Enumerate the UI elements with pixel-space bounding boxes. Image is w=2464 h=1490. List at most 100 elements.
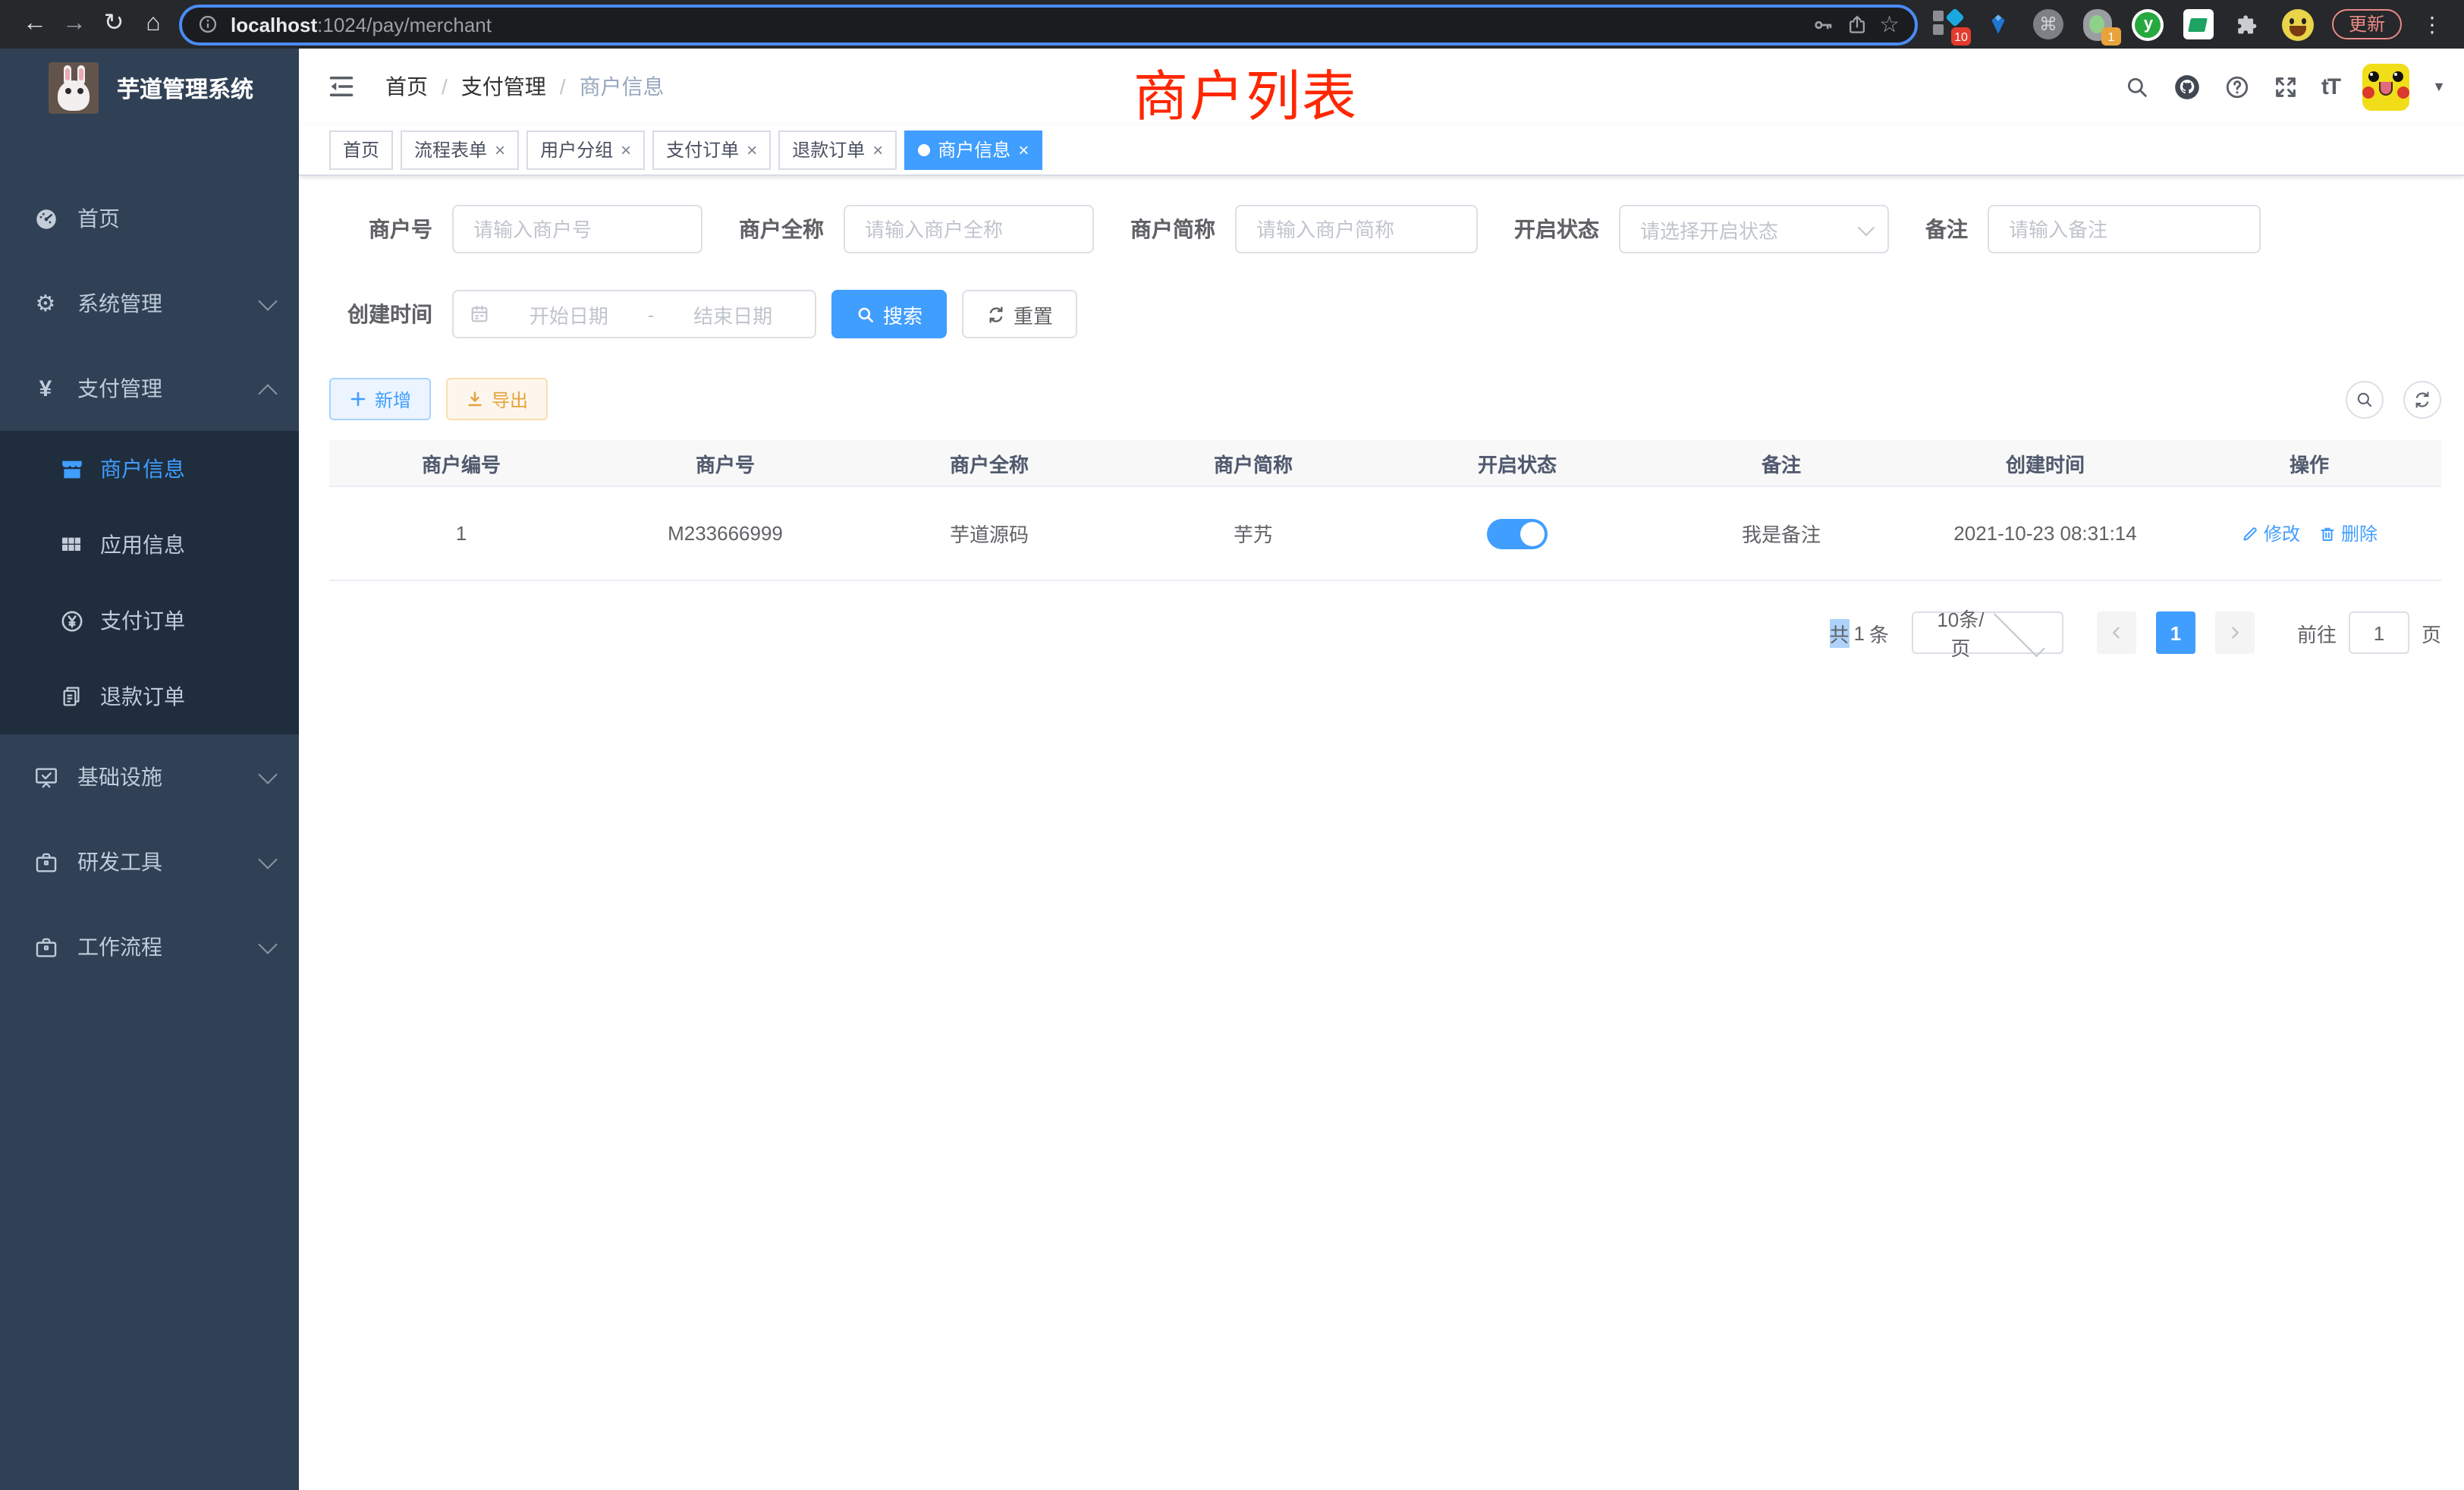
sidebar-item-pay-order[interactable]: 支付订单	[0, 583, 299, 659]
sidebar-item-label: 研发工具	[77, 847, 261, 877]
extension-badge: 1	[2101, 27, 2121, 46]
breadcrumb-home[interactable]: 首页	[385, 71, 428, 102]
info-icon[interactable]	[197, 14, 218, 35]
goto-page-input[interactable]	[2349, 611, 2409, 654]
tab-close-icon[interactable]: ×	[495, 140, 505, 159]
briefcase-icon	[32, 849, 59, 875]
sidebar-collapse-icon[interactable]	[322, 67, 361, 106]
export-button[interactable]: 导出	[446, 378, 548, 420]
ext-square	[1933, 24, 1944, 35]
extension-chat-icon[interactable]	[2182, 8, 2215, 41]
sidebar-item-merchant-info[interactable]: 商户信息	[0, 431, 299, 507]
tab-close-icon[interactable]: ×	[872, 140, 883, 159]
profile-avatar-icon[interactable]	[2282, 8, 2315, 41]
tab-refund-order[interactable]: 退款订单×	[778, 130, 897, 169]
merchant-short-input[interactable]	[1235, 205, 1478, 253]
date-end-placeholder[interactable]: 结束日期	[666, 300, 800, 328]
table-row: 1 M233666999 芋道源码 芋艿 我是备注 2021-10-23 08:…	[329, 487, 2441, 581]
extension-blob-icon[interactable]: 1	[2082, 8, 2115, 41]
next-page-button[interactable]	[2215, 611, 2255, 654]
chevron-down-icon	[258, 291, 277, 310]
page-number-button[interactable]: 1	[2156, 611, 2195, 654]
filter-merchant-short: 商户简称	[1130, 205, 1478, 253]
add-button[interactable]: 新增	[329, 378, 431, 420]
column-header: 备注	[1649, 448, 1913, 477]
avatar-caret-icon[interactable]: ▼	[2432, 79, 2446, 94]
breadcrumb: 首页 / 支付管理 / 商户信息	[385, 71, 665, 102]
sidebar-item-infrastructure[interactable]: 基础设施	[0, 734, 299, 819]
bookmark-star-icon[interactable]: ☆	[1879, 13, 1900, 36]
url-bar[interactable]: localhost:1024/pay/merchant ☆	[179, 4, 1918, 45]
extensions-puzzle-icon[interactable]	[2232, 8, 2265, 41]
browser-menu-icon[interactable]: ⋮	[2418, 11, 2446, 37]
active-tab-dot	[918, 143, 930, 156]
sidebar-item-refund-order[interactable]: 退款订单	[0, 659, 299, 734]
font-size-icon[interactable]: tT	[2321, 74, 2340, 99]
search-button[interactable]: 搜索	[831, 290, 947, 338]
avatar-cheek	[2362, 86, 2374, 98]
extension-gem-icon[interactable]	[1982, 8, 2015, 41]
date-start-placeholder[interactable]: 开始日期	[502, 300, 636, 328]
app-logo[interactable]: 芋道管理系统	[0, 49, 299, 127]
breadcrumb-separator: /	[560, 74, 566, 99]
breadcrumb-separator: /	[442, 74, 448, 99]
chevron-down-icon	[1994, 605, 2045, 655]
merchant-name-input[interactable]	[844, 205, 1094, 253]
sidebar-item-dev-tools[interactable]: 研发工具	[0, 819, 299, 904]
tab-merchant-info[interactable]: 商户信息×	[904, 130, 1042, 169]
extension-badge: 10	[1951, 27, 1971, 46]
fullscreen-icon[interactable]	[2273, 74, 2299, 99]
tab-close-icon[interactable]: ×	[621, 140, 631, 159]
edit-link[interactable]: 修改	[2241, 520, 2300, 546]
header-search-icon[interactable]	[2124, 74, 2150, 99]
breadcrumb-section[interactable]: 支付管理	[461, 71, 546, 102]
filter-row-2: 创建时间 开始日期 - 结束日期 搜索 重置	[314, 290, 2464, 338]
status-toggle[interactable]	[1487, 518, 1548, 549]
share-icon[interactable]	[1846, 13, 1867, 36]
page-size-select[interactable]: 10条/页	[1912, 611, 2063, 654]
extension-cluster: 10 ⌘ 1 y 更新 ⋮	[1918, 8, 2449, 41]
tab-close-icon[interactable]: ×	[746, 140, 757, 159]
browser-back-button[interactable]: ←	[15, 0, 55, 49]
tab-pay-order[interactable]: 支付订单×	[652, 130, 771, 169]
chat-glyph	[2189, 17, 2208, 31]
chevron-right-icon	[2227, 625, 2242, 640]
tab-home[interactable]: 首页	[329, 130, 393, 169]
prev-page-button[interactable]	[2097, 611, 2136, 654]
reset-button[interactable]: 重置	[962, 290, 1077, 338]
extension-cmd-icon[interactable]: ⌘	[2032, 8, 2065, 41]
y-circle: y	[2132, 8, 2164, 40]
sidebar-item-app-info[interactable]: 应用信息	[0, 507, 299, 583]
github-icon[interactable]	[2173, 72, 2202, 101]
chrome-update-button[interactable]: 更新	[2332, 9, 2402, 39]
extension-grid-icon[interactable]: 10	[1931, 8, 1965, 41]
tab-user-group[interactable]: 用户分组×	[526, 130, 645, 169]
user-avatar[interactable]	[2362, 63, 2409, 110]
app-title: 芋道管理系统	[117, 72, 253, 104]
show-search-button[interactable]	[2346, 380, 2384, 418]
extension-y-icon[interactable]: y	[2132, 8, 2165, 41]
sidebar-item-system[interactable]: ⚙ 系统管理	[0, 261, 299, 346]
remark-input[interactable]	[1988, 205, 2261, 253]
delete-link[interactable]: 删除	[2318, 520, 2378, 546]
date-separator: -	[648, 303, 655, 325]
refresh-table-button[interactable]	[2403, 380, 2441, 418]
status-select[interactable]: 请选择开启状态	[1619, 205, 1889, 253]
help-icon[interactable]	[2224, 74, 2250, 99]
sidebar-item-home[interactable]: 首页	[0, 176, 299, 261]
sidebar-item-payment[interactable]: ¥ 支付管理	[0, 346, 299, 431]
merchant-no-input[interactable]	[452, 205, 702, 253]
sidebar-item-workflow[interactable]: 工作流程	[0, 904, 299, 989]
tab-close-icon[interactable]: ×	[1018, 140, 1029, 159]
key-icon[interactable]	[1811, 13, 1834, 36]
emoji-eye	[2302, 17, 2307, 24]
monitor-icon	[32, 764, 59, 790]
url-text: localhost:1024/pay/merchant	[231, 13, 1799, 36]
breadcrumb-current: 商户信息	[580, 71, 665, 102]
browser-forward-button[interactable]: →	[55, 0, 94, 49]
browser-reload-button[interactable]: ↻	[94, 0, 134, 49]
browser-home-button[interactable]: ⌂	[134, 0, 173, 49]
emoji-eye	[2290, 17, 2295, 24]
tab-process-form[interactable]: 流程表单×	[401, 130, 519, 169]
date-range-picker[interactable]: 开始日期 - 结束日期	[452, 290, 816, 338]
